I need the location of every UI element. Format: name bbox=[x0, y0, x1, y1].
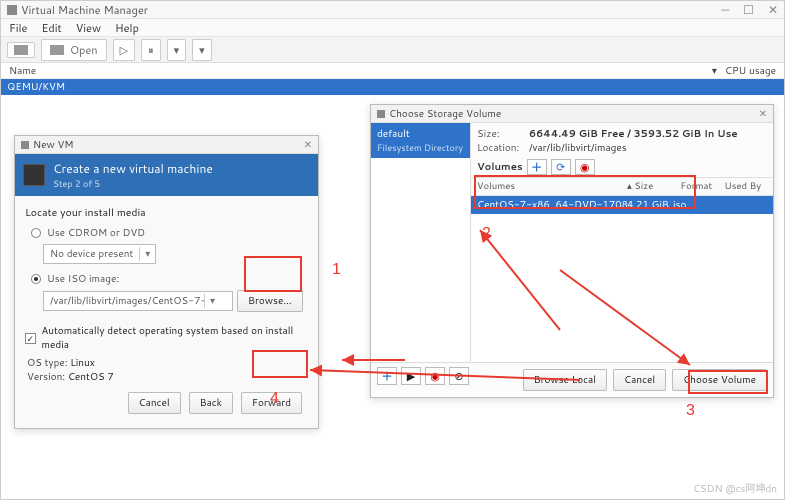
storage-dialog: Choose Storage Volume ✕ default Filesyst… bbox=[370, 104, 774, 398]
os-type-value: Linux bbox=[70, 356, 95, 370]
browse-local-button[interactable]: Browse Local bbox=[523, 369, 607, 391]
list-header: Name ▾ CPU usage bbox=[1, 63, 784, 79]
dialog-icon bbox=[377, 110, 385, 118]
forward-button[interactable]: Forward bbox=[241, 392, 302, 414]
col-name[interactable]: Name bbox=[9, 64, 36, 78]
open-button[interactable]: Open bbox=[41, 39, 107, 61]
toolbar-menu-icon[interactable]: ▾ bbox=[192, 39, 212, 61]
close-icon[interactable]: ✕ bbox=[304, 138, 312, 152]
wizard-header: Create a new virtual machine Step 2 of 5 bbox=[15, 154, 318, 196]
vmm-title: Virtual Machine Manager bbox=[21, 2, 148, 18]
new-vm-dialog: New VM ✕ Create a new virtual machine St… bbox=[14, 135, 319, 429]
choose-volume-button[interactable]: Choose Volume bbox=[672, 369, 767, 391]
add-volume-button[interactable]: ＋ bbox=[527, 159, 547, 175]
volume-list-area bbox=[471, 214, 773, 362]
iso-option[interactable]: Use ISO image: bbox=[31, 272, 308, 286]
refresh-icon[interactable]: ⟳ bbox=[551, 159, 571, 175]
menu-view[interactable]: View bbox=[76, 20, 101, 36]
menubar: File Edit View Help bbox=[1, 19, 784, 37]
delete-pool-button[interactable]: ⊘ bbox=[449, 367, 469, 385]
wizard-title: Create a new virtual machine bbox=[53, 160, 213, 177]
chevron-down-icon: ▾ bbox=[204, 294, 220, 308]
autodetect-check[interactable]: Automatically detect operating system ba… bbox=[25, 324, 308, 352]
menu-help[interactable]: Help bbox=[115, 20, 139, 36]
new-vm-button[interactable] bbox=[7, 42, 35, 58]
pause-icon[interactable]: ⏸ bbox=[141, 39, 161, 61]
start-pool-button[interactable]: ▶ bbox=[401, 367, 421, 385]
add-pool-button[interactable]: ＋ bbox=[377, 367, 397, 385]
dialog-icon bbox=[21, 141, 29, 149]
pool-item-default[interactable]: default Filesystem Directory bbox=[371, 123, 470, 158]
maximize-icon[interactable]: ☐ bbox=[743, 1, 754, 18]
delete-volume-button[interactable]: ◉ bbox=[575, 159, 595, 175]
close-icon[interactable]: ✕ bbox=[768, 1, 778, 18]
radio-icon bbox=[31, 228, 41, 238]
sort-icon[interactable]: ▴ bbox=[627, 180, 634, 193]
cancel-button[interactable]: Cancel bbox=[128, 392, 181, 414]
app-icon bbox=[7, 5, 17, 15]
radio-icon bbox=[31, 274, 41, 284]
pool-info: Size:6644.49 GiB Free / 3593.52 GiB In U… bbox=[471, 123, 773, 157]
toolbar: Open ▷ ⏸ ▾ ▾ bbox=[1, 37, 784, 63]
watermark: CSDN @cs阿坤dn bbox=[693, 480, 777, 496]
back-button[interactable]: Back bbox=[189, 392, 233, 414]
wizard-step: Step 2 of 5 bbox=[53, 177, 213, 190]
browse-button[interactable]: Browse... bbox=[237, 290, 303, 312]
pool-list: default Filesystem Directory bbox=[371, 123, 471, 362]
volume-header: Volumes ▴ Size Format Used By bbox=[471, 177, 773, 196]
new-vm-titlebar: New VM ✕ bbox=[15, 136, 318, 154]
storage-titlebar: Choose Storage Volume ✕ bbox=[371, 105, 773, 123]
locate-label: Locate your install media bbox=[25, 206, 308, 220]
cancel-button[interactable]: Cancel bbox=[613, 369, 666, 391]
os-version-value: CentOS 7 bbox=[68, 370, 114, 384]
close-icon[interactable]: ✕ bbox=[759, 107, 767, 121]
vmm-titlebar: Virtual Machine Manager — ☐ ✕ bbox=[1, 1, 784, 19]
pool-tools: ＋ ▶ ◉ ⊘ bbox=[371, 363, 475, 397]
menu-edit[interactable]: Edit bbox=[41, 20, 61, 36]
checkbox-icon bbox=[25, 333, 36, 344]
iso-path-combo[interactable]: /var/lib/libvirt/images/CentOS-7-x86_64-… bbox=[43, 291, 233, 311]
col-cpu[interactable]: CPU usage bbox=[725, 64, 776, 78]
shutdown-icon[interactable]: ▾ bbox=[167, 39, 187, 61]
cdrom-option[interactable]: Use CDROM or DVD bbox=[31, 226, 308, 240]
volumes-label: Volumes bbox=[477, 160, 523, 174]
connection-row[interactable]: QEMU/KVM bbox=[1, 79, 784, 95]
vm-icon bbox=[23, 164, 45, 186]
sort-icon[interactable]: ▾ bbox=[712, 64, 717, 78]
device-combo[interactable]: No device present▾ bbox=[43, 244, 156, 264]
chevron-down-icon: ▾ bbox=[139, 247, 155, 261]
menu-file[interactable]: File bbox=[9, 20, 27, 36]
volume-row[interactable]: CentOS-7-x86_64-DVD-1708.iso 4.21 GiB is… bbox=[471, 196, 773, 214]
minimize-icon[interactable]: — bbox=[721, 1, 729, 18]
run-icon[interactable]: ▷ bbox=[113, 39, 135, 61]
stop-pool-button[interactable]: ◉ bbox=[425, 367, 445, 385]
